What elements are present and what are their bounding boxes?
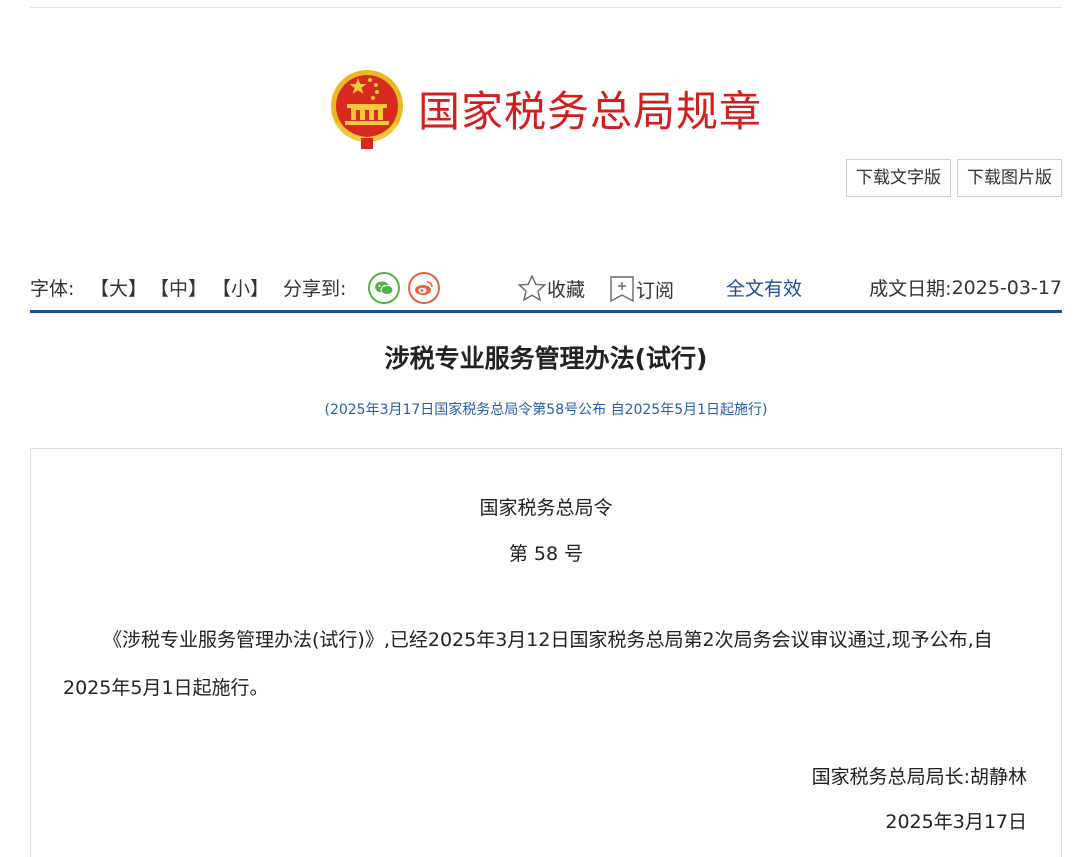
download-buttons: 下载文字版 下载图片版 [846, 159, 1062, 197]
document-body: 国家税务总局令 第 58 号 《涉税专业服务管理办法(试行)》,已经2025年3… [30, 448, 1062, 857]
order-number: 第 58 号 [508, 543, 584, 565]
issue-date-label: 成文日期: [869, 278, 952, 300]
share-label: 分享到: [283, 278, 347, 300]
issue-date: 成文日期: 2025-03-17 [869, 274, 1062, 301]
share-weibo-button[interactable] [408, 272, 440, 304]
wechat-icon [375, 281, 394, 296]
font-size-small-button[interactable]: 【小】 [212, 274, 269, 301]
favorite-label: 收藏 [547, 278, 586, 301]
document-title: 涉税专业服务管理办法(试行) [384, 344, 708, 373]
site-brand: 国家税务总局规章 [328, 66, 762, 150]
issue-date-value: 2025-03-17 [951, 276, 1062, 299]
font-size-label: 字体: [30, 278, 75, 300]
download-image-button[interactable]: 下载图片版 [957, 159, 1062, 197]
validity-status: 全文有效 [726, 278, 803, 300]
signature-date: 2025年3月17日 [885, 811, 1027, 833]
site-title: 国家税务总局规章 [418, 86, 763, 136]
national-emblem-icon [331, 70, 403, 149]
body-paragraph: 《涉税专业服务管理办法(试行)》,已经2025年3月12日国家税务总局第2次局务… [63, 629, 993, 699]
bookmark-icon [610, 276, 634, 303]
subscribe-button[interactable]: 订阅 [608, 274, 674, 304]
share-wechat-button[interactable] [368, 272, 400, 304]
font-size-large-button[interactable]: 【大】 [90, 274, 147, 301]
signature: 国家税务总局局长:胡静林 [811, 766, 1027, 788]
toolbar-divider [30, 310, 1062, 313]
top-divider [30, 7, 1062, 8]
weibo-icon [415, 281, 433, 295]
subscribe-label: 订阅 [636, 279, 675, 302]
article-toolbar: 字体: 【大】 【中】 【小】 分享到: 收藏 订阅 全文有效 成文日期: 20… [30, 266, 1062, 310]
font-size-medium-button[interactable]: 【中】 [150, 274, 207, 301]
favorite-button[interactable]: 收藏 [517, 274, 585, 302]
download-text-button[interactable]: 下载文字版 [846, 159, 951, 197]
order-heading: 国家税务总局令 [479, 497, 613, 519]
star-icon [517, 274, 547, 302]
document-subtitle: (2025年3月17日国家税务总局令第58号公布 自2025年5月1日起施行) [324, 402, 768, 418]
